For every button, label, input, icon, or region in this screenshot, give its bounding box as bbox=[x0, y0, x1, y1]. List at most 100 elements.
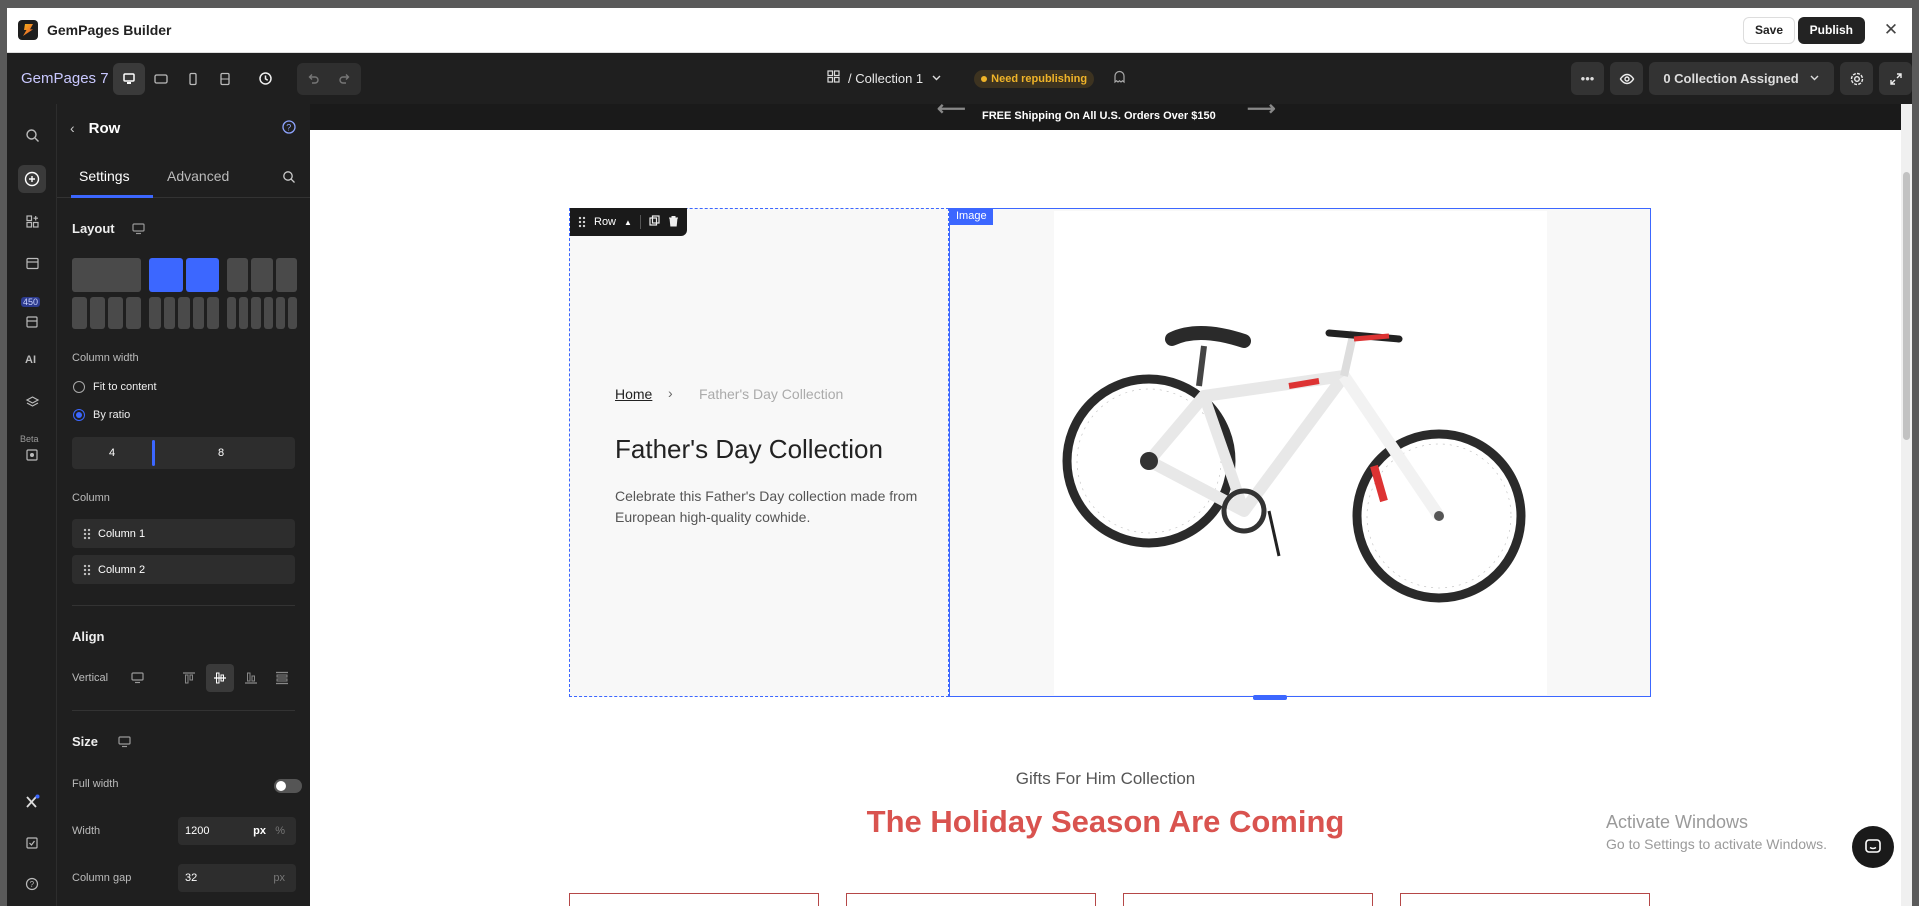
product-card[interactable] bbox=[1400, 893, 1650, 906]
more-options-icon[interactable]: ••• bbox=[1571, 62, 1604, 95]
collection-assign-dropdown[interactable]: 0 Collection Assigned bbox=[1649, 62, 1834, 95]
row-toolbar: Row ▲ bbox=[570, 208, 687, 236]
chat-bubble-icon[interactable] bbox=[1852, 826, 1894, 868]
history-icon[interactable] bbox=[249, 63, 281, 95]
hero-description[interactable]: Celebrate this Father's Day collection m… bbox=[615, 486, 925, 528]
product-card[interactable] bbox=[846, 893, 1096, 906]
tab-advanced[interactable]: Advanced bbox=[167, 168, 229, 184]
caret-up-icon[interactable]: ▲ bbox=[624, 218, 632, 227]
tablet-view-icon[interactable] bbox=[145, 63, 177, 95]
publish-button[interactable]: Publish bbox=[1797, 17, 1865, 44]
sections-icon[interactable] bbox=[18, 207, 46, 235]
align-heading: Align bbox=[72, 629, 105, 644]
delete-icon[interactable] bbox=[668, 215, 679, 230]
scrollbar-thumb[interactable] bbox=[1903, 172, 1910, 440]
count-badge: 450 bbox=[21, 297, 41, 307]
windows-watermark-title: Activate Windows bbox=[1606, 812, 1749, 832]
arrow-left-icon[interactable]: ⟵ bbox=[937, 104, 966, 119]
by-ratio-radio[interactable] bbox=[73, 409, 85, 421]
layout-option-5-col[interactable] bbox=[149, 297, 219, 329]
align-stretch-icon[interactable] bbox=[268, 664, 296, 692]
row-tag-label[interactable]: Row bbox=[594, 216, 616, 228]
preview-eye-icon[interactable] bbox=[1610, 62, 1643, 95]
ratio-left-value: 4 bbox=[109, 447, 116, 459]
ai-icon[interactable]: AI bbox=[18, 345, 46, 373]
help-icon[interactable]: ? bbox=[18, 870, 46, 898]
app-title: GemPages Builder bbox=[47, 22, 172, 38]
search-icon[interactable] bbox=[282, 170, 296, 184]
column-label: Column bbox=[72, 492, 110, 504]
fullscreen-icon[interactable] bbox=[1879, 62, 1912, 95]
tab-settings[interactable]: Settings bbox=[79, 168, 130, 184]
drag-handle-icon[interactable] bbox=[83, 527, 91, 540]
toolbar-actions: ••• 0 Collection Assigned bbox=[1571, 62, 1912, 95]
layers-icon[interactable] bbox=[18, 388, 46, 416]
windows-watermark-subtitle: Go to Settings to activate Windows. bbox=[1606, 836, 1827, 852]
drag-handle-icon[interactable] bbox=[83, 563, 91, 576]
back-arrow-icon[interactable]: ‹ bbox=[70, 120, 75, 136]
hero-image-column[interactable] bbox=[949, 208, 1651, 697]
search-icon[interactable] bbox=[18, 121, 46, 149]
column-gap-input[interactable]: 32 px bbox=[178, 864, 296, 892]
templates-icon[interactable] bbox=[18, 308, 46, 336]
undo-icon[interactable] bbox=[297, 63, 329, 95]
mobile-view-icon[interactable] bbox=[177, 63, 209, 95]
column-item[interactable]: Column 1 bbox=[72, 519, 295, 548]
layout-option-4-col[interactable] bbox=[72, 297, 141, 329]
layout-option-2-col[interactable] bbox=[149, 258, 219, 292]
canvas-scrollbar[interactable] bbox=[1901, 104, 1912, 906]
redo-icon[interactable] bbox=[329, 63, 361, 95]
svg-text:?: ? bbox=[286, 123, 291, 133]
device-switcher bbox=[113, 62, 241, 95]
align-middle-icon[interactable] bbox=[206, 664, 234, 692]
pages-icon[interactable] bbox=[18, 249, 46, 277]
page-selector[interactable]: / Collection 1 Need republishing bbox=[827, 53, 1127, 104]
fit-content-label: Fit to content bbox=[93, 381, 157, 393]
responsive-view-icon[interactable] bbox=[209, 63, 241, 95]
announcement-bar: ⟵ FREE Shipping On All U.S. Orders Over … bbox=[310, 104, 1901, 130]
section-subtitle[interactable]: Gifts For Him Collection bbox=[310, 769, 1901, 789]
width-input[interactable]: 1200 px % bbox=[178, 817, 296, 845]
desktop-view-icon[interactable] bbox=[113, 62, 145, 95]
full-width-toggle[interactable] bbox=[274, 779, 302, 793]
product-card[interactable] bbox=[1123, 893, 1373, 906]
panel-title: Row bbox=[88, 119, 121, 137]
full-width-label: Full width bbox=[72, 778, 119, 790]
layout-option-1-col[interactable] bbox=[72, 258, 141, 292]
vertical-align-group bbox=[175, 664, 296, 692]
chevron-down-icon bbox=[931, 70, 942, 88]
layout-option-3-col[interactable] bbox=[227, 258, 297, 292]
column-item-label: Column 2 bbox=[98, 563, 146, 576]
column-gap-label: Column gap bbox=[72, 872, 132, 884]
ratio-slider[interactable]: 4 8 bbox=[72, 437, 295, 469]
beta-feature-icon[interactable] bbox=[18, 441, 46, 469]
chevron-down-icon bbox=[1809, 71, 1820, 86]
hero-title[interactable]: Father's Day Collection bbox=[615, 434, 883, 465]
help-badge-icon[interactable]: ? bbox=[281, 119, 297, 135]
unit-percent-option[interactable]: % bbox=[275, 825, 285, 837]
add-element-icon[interactable] bbox=[18, 165, 46, 193]
breadcrumb-home-link[interactable]: Home bbox=[615, 386, 652, 402]
checklist-icon[interactable] bbox=[18, 829, 46, 857]
undo-redo-group bbox=[297, 62, 361, 95]
ghost-icon[interactable] bbox=[1112, 69, 1127, 89]
drag-handle-icon[interactable] bbox=[578, 216, 586, 228]
arrow-right-icon[interactable]: ⟶ bbox=[1247, 104, 1276, 119]
x-app-icon[interactable] bbox=[18, 788, 46, 816]
fit-content-radio[interactable] bbox=[73, 381, 85, 393]
settings-gear-icon[interactable] bbox=[1840, 62, 1873, 95]
align-top-icon[interactable] bbox=[175, 664, 203, 692]
bike-image[interactable] bbox=[1054, 211, 1547, 695]
resize-handle[interactable] bbox=[1253, 695, 1287, 700]
ratio-slider-handle[interactable] bbox=[152, 440, 155, 466]
save-button[interactable]: Save bbox=[1742, 17, 1795, 44]
image-tag[interactable]: Image bbox=[950, 208, 993, 225]
unit-px-option[interactable]: px bbox=[253, 825, 266, 837]
duplicate-icon[interactable] bbox=[649, 215, 660, 229]
align-bottom-icon[interactable] bbox=[237, 664, 265, 692]
settings-panel: ‹ Row ? Settings Advanced Layout Column … bbox=[57, 104, 310, 906]
close-icon[interactable]: ✕ bbox=[1882, 21, 1900, 39]
layout-option-6-col[interactable] bbox=[227, 297, 298, 329]
product-card[interactable] bbox=[569, 893, 819, 906]
column-item[interactable]: Column 2 bbox=[72, 555, 295, 584]
